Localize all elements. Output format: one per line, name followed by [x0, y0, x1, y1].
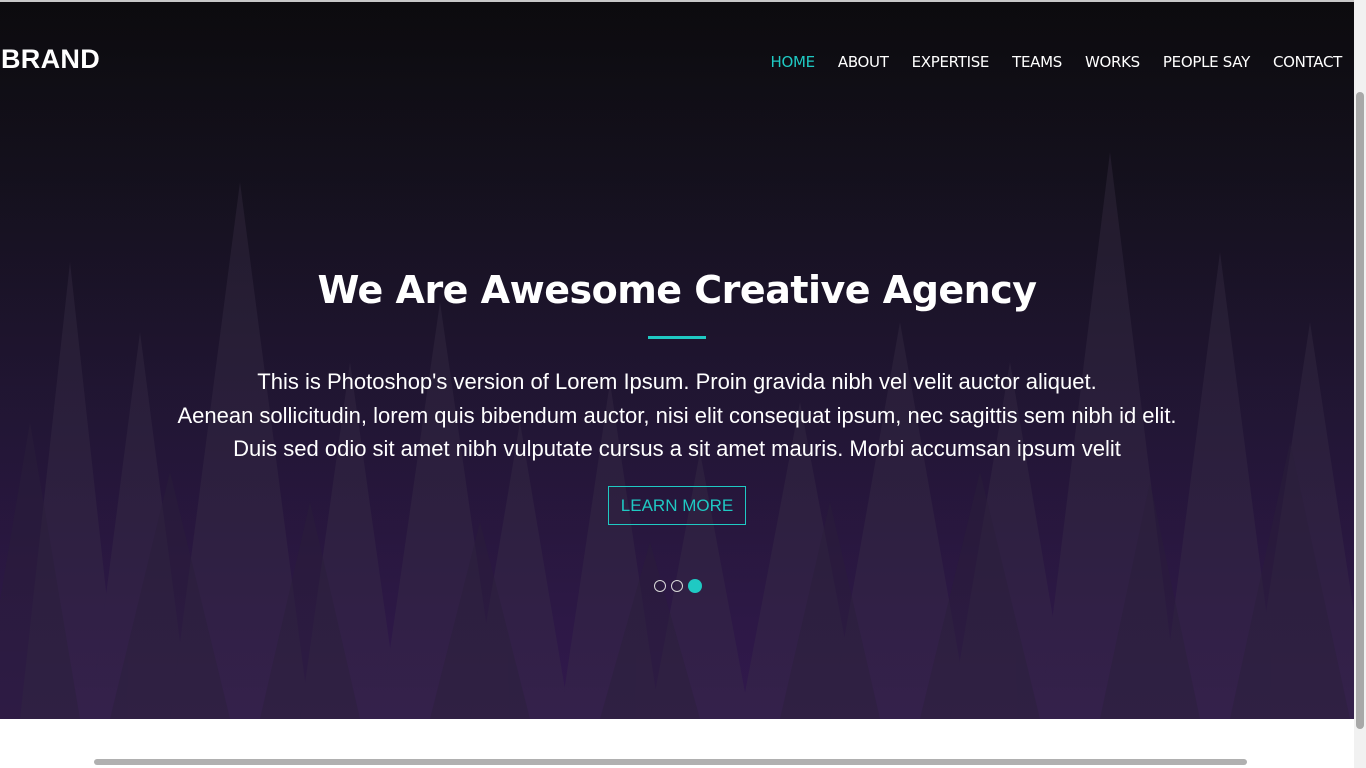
nav-item-home[interactable]: HOME	[771, 53, 816, 71]
brand-logo[interactable]: BRAND	[1, 44, 100, 75]
nav-item-teams[interactable]: TEAMS	[1012, 53, 1062, 71]
nav-item-about[interactable]: ABOUT	[838, 53, 889, 71]
nav-item-works[interactable]: WORKS	[1085, 53, 1140, 71]
forest-background-image	[0, 2, 1354, 719]
hero-description-line: Aenean sollicitudin, lorem quis bibendum…	[177, 402, 1177, 428]
nav-item-contact[interactable]: CONTACT	[1273, 53, 1342, 71]
slider-dot-3-active[interactable]	[688, 579, 702, 593]
slider-pagination	[654, 579, 707, 593]
nav-item-people-say[interactable]: PEOPLE SAY	[1163, 53, 1250, 71]
hero-description: This is Photoshop's version of Lorem Ips…	[0, 365, 1354, 466]
horizontal-scrollbar-thumb[interactable]	[94, 759, 1247, 765]
learn-more-button[interactable]: LEARN MORE	[608, 486, 746, 525]
headline-divider	[648, 336, 706, 339]
slider-dot-1[interactable]	[654, 580, 666, 592]
hero-section: BRAND HOME ABOUT EXPERTISE TEAMS WORKS P…	[0, 2, 1354, 719]
vertical-scrollbar-thumb[interactable]	[1356, 92, 1364, 729]
hero-description-line: Duis sed odio sit amet nibh vulputate cu…	[233, 436, 1121, 461]
hero-description-line: This is Photoshop's version of Lorem Ips…	[257, 369, 1097, 394]
main-nav: HOME ABOUT EXPERTISE TEAMS WORKS PEOPLE …	[748, 53, 1343, 71]
slider-dot-2[interactable]	[671, 580, 683, 592]
nav-item-expertise[interactable]: EXPERTISE	[912, 53, 990, 71]
hero-headline: We Are Awesome Creative Agency	[317, 268, 1037, 312]
